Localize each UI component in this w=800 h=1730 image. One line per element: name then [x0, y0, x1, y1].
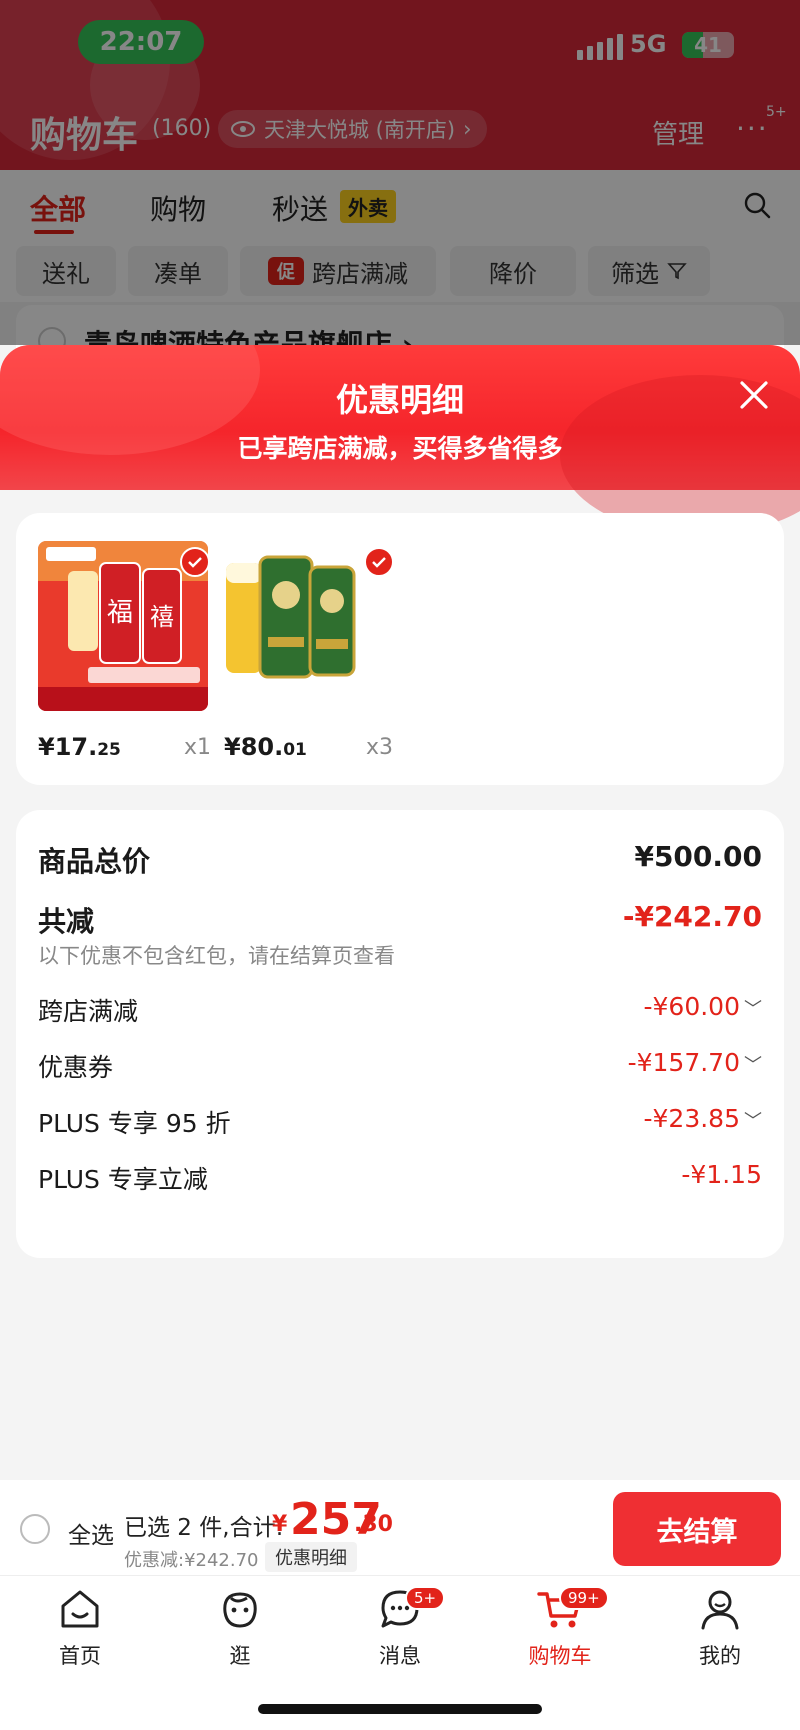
- discount-item-label: 优惠券: [38, 1053, 114, 1082]
- sheet-header: 优惠明细 已享跨店满减，买得多省得多: [0, 345, 800, 535]
- tab-mine[interactable]: 我的: [665, 1586, 775, 1670]
- sheet-subtitle: 已享跨店满减，买得多省得多: [237, 434, 563, 463]
- total-value: ¥500.00: [634, 840, 762, 873]
- total-yen: ¥: [272, 1512, 288, 1537]
- discount-item-value: -¥60.00: [643, 992, 741, 1021]
- price-int: ¥80.: [224, 733, 284, 761]
- tab-cart-label: 购物车: [528, 1644, 592, 1668]
- discount-item-row[interactable]: -¥157.70 ﹀: [628, 1048, 762, 1077]
- chevron-down-icon: ﹀: [744, 1055, 762, 1076]
- chevron-down-icon: ﹀: [744, 1111, 762, 1132]
- discount-item-value: -¥1.15: [681, 1160, 762, 1189]
- close-icon[interactable]: [734, 375, 774, 415]
- browse-face-icon: [223, 1592, 257, 1628]
- sheet-title: 优惠明细: [335, 381, 464, 419]
- tab-home-label: 首页: [59, 1644, 101, 1668]
- discount-item-value: -¥23.85: [643, 1104, 741, 1133]
- price-dec: 25: [97, 740, 121, 760]
- select-all-label[interactable]: 全选: [68, 1516, 114, 1550]
- discount-item-label: 跨店满减: [38, 997, 139, 1026]
- discount-item-row[interactable]: -¥23.85 ﹀: [644, 1104, 763, 1133]
- svg-text:禧: 禧: [150, 603, 174, 631]
- tab-browse-label: 逛: [229, 1644, 251, 1668]
- checkout-button[interactable]: 去结算: [613, 1492, 781, 1566]
- products-card: 福 禧 ¥17.25 x1 ¥80.01 x3: [16, 513, 784, 785]
- messages-badge: 5+: [405, 1586, 446, 1610]
- total-label: 商品总价: [38, 845, 151, 878]
- discount-item-label: PLUS 专享 95 折: [38, 1109, 231, 1138]
- discount-item-label: PLUS 专享立减: [38, 1165, 208, 1194]
- summary-card: 商品总价 ¥500.00 共减 -¥242.70 以下优惠不包含红包，请在结算页…: [16, 810, 784, 1258]
- product-check-icon[interactable]: [180, 547, 210, 577]
- tab-messages[interactable]: 消息 5+: [345, 1586, 455, 1670]
- price-dec: 01: [283, 740, 307, 760]
- price-int: ¥17.: [38, 733, 98, 761]
- user-icon: [701, 1590, 739, 1630]
- discount-item-row[interactable]: -¥60.00 ﹀: [644, 992, 763, 1021]
- tab-mine-label: 我的: [699, 1644, 741, 1668]
- discount-line: 优惠减:¥242.70: [124, 1550, 259, 1571]
- select-all-checkbox[interactable]: [20, 1514, 50, 1544]
- product-check-icon[interactable]: [364, 547, 394, 577]
- discount-label: 共减: [38, 905, 95, 938]
- selected-info: 已选 2 件,合计:: [124, 1515, 284, 1541]
- product-price: ¥17.25: [38, 733, 121, 761]
- svg-text:福: 福: [107, 598, 133, 628]
- discount-detail-sheet: 优惠明细 已享跨店满减，买得多省得多 福 禧 ¥17.25 x1 ¥80.01 …: [0, 345, 800, 1480]
- tab-browse[interactable]: 逛: [185, 1586, 295, 1670]
- home-icon: [61, 1590, 99, 1628]
- discount-item-value: -¥157.70: [627, 1048, 740, 1077]
- tab-messages-label: 消息: [379, 1644, 421, 1668]
- tab-home[interactable]: 首页: [25, 1586, 135, 1670]
- modal-overlay[interactable]: [0, 0, 800, 345]
- home-indicator[interactable]: [258, 1704, 542, 1714]
- product-price: ¥80.01: [224, 733, 307, 761]
- checkout-bar: 全选 已选 2 件,合计: ¥ 257 .30 优惠减:¥242.70 优惠明细…: [0, 1480, 800, 1575]
- product-qty: x1: [184, 735, 212, 760]
- total-decimal: .30: [354, 1512, 393, 1537]
- product-qty: x3: [366, 735, 394, 760]
- discount-detail-button[interactable]: 优惠明细: [265, 1542, 357, 1572]
- discount-value: -¥242.70: [622, 900, 762, 933]
- discount-note: 以下优惠不包含红包，请在结算页查看: [38, 944, 395, 968]
- tab-cart[interactable]: 购物车 99+: [505, 1586, 615, 1670]
- chevron-down-icon: ﹀: [744, 999, 762, 1020]
- cart-badge: 99+: [559, 1586, 609, 1610]
